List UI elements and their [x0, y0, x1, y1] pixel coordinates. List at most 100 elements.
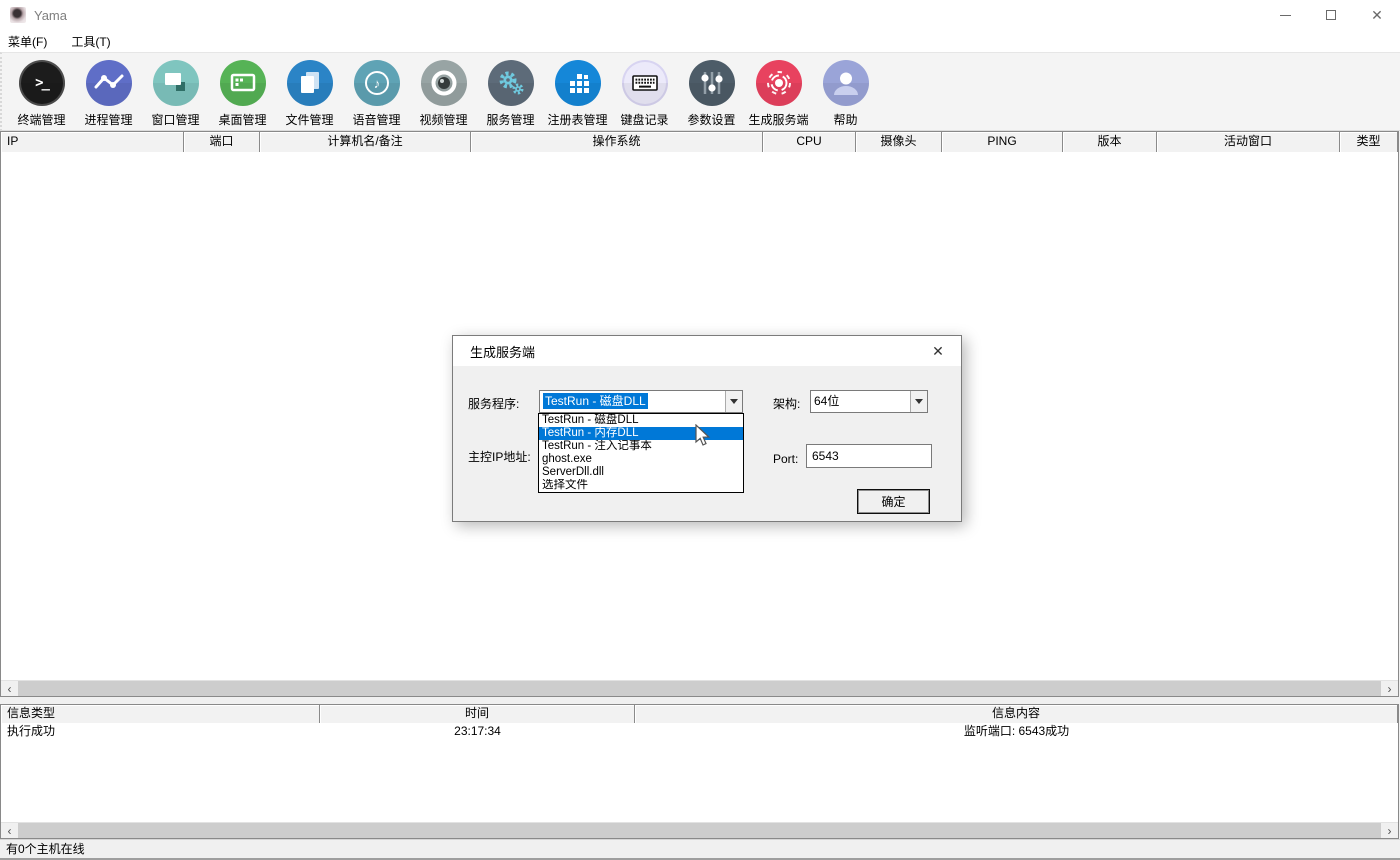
- toolbar-item-window[interactable]: 窗口管理: [142, 60, 209, 130]
- scrollbar-thumb[interactable]: [18, 823, 1381, 838]
- toolbar-item-process[interactable]: 进程管理: [75, 60, 142, 130]
- dropdown-item[interactable]: TestRun - 注入记事本: [539, 440, 743, 453]
- toolbar-item-keylogger[interactable]: 键盘记录: [611, 60, 678, 130]
- dialog-title-bar: 生成服务端 ✕: [453, 336, 961, 366]
- minimize-icon: [1280, 15, 1291, 16]
- toolbar-label: 注册表管理: [547, 111, 607, 128]
- close-icon: ✕: [1371, 8, 1383, 22]
- dropdown-item[interactable]: ServerDll.dll: [539, 466, 743, 479]
- toolbar-label: 键盘记录: [620, 111, 668, 128]
- toolbar-label: 帮助: [833, 111, 857, 128]
- status-bar: 有0个主机在线: [0, 839, 1400, 860]
- toolbar-label: 视频管理: [419, 111, 467, 128]
- activity-icon: [86, 60, 132, 106]
- toolbar-item-terminal[interactable]: >_ 终端管理: [8, 60, 75, 130]
- log-list: 信息类型 时间 信息内容 执行成功 23:17:34 监听端口: 6543成功 …: [0, 704, 1399, 839]
- toolbar-label: 进程管理: [84, 111, 132, 128]
- toolbar-item-help[interactable]: 帮助: [812, 60, 879, 130]
- dialog-title: 生成服务端: [470, 342, 535, 361]
- window-icon: [153, 60, 199, 106]
- toolbar: >_ 终端管理 进程管理 窗口管理 桌面管理: [0, 52, 1400, 131]
- dialog-close-button[interactable]: ✕: [921, 336, 955, 366]
- menu-item-tools[interactable]: 工具(T): [71, 30, 120, 53]
- minimize-button[interactable]: [1262, 0, 1308, 30]
- selected-text: TestRun - 磁盘DLL: [543, 393, 648, 409]
- svg-text:♪: ♪: [373, 76, 380, 91]
- registry-icon: [555, 60, 601, 106]
- log-cell-content: 监听端口: 6543成功: [635, 723, 1398, 741]
- chevron-right-icon[interactable]: ›: [1381, 823, 1398, 838]
- ok-button-label: 确定: [881, 493, 905, 510]
- column-header-msg-content[interactable]: 信息内容: [635, 705, 1398, 723]
- dropdown-item[interactable]: TestRun - 磁盘DLL: [539, 414, 743, 427]
- column-header-port[interactable]: 端口: [184, 132, 260, 152]
- column-header-active-window[interactable]: 活动窗口: [1157, 132, 1340, 152]
- column-header-time[interactable]: 时间: [320, 705, 635, 723]
- toolbar-item-video[interactable]: 视频管理: [410, 60, 477, 130]
- file-icon: [287, 60, 333, 106]
- chevron-down-icon: [730, 399, 738, 404]
- toolbar-label: 服务管理: [486, 111, 534, 128]
- dropdown-item-selected[interactable]: TestRun - 内存DLL: [539, 427, 743, 440]
- chevron-down-icon: [915, 399, 923, 404]
- toolbar-label: 参数设置: [687, 111, 735, 128]
- column-header-ip[interactable]: IP: [1, 132, 184, 152]
- service-program-combobox[interactable]: TestRun - 磁盘DLL: [539, 390, 743, 413]
- target-icon: [756, 60, 802, 106]
- chevron-left-icon[interactable]: ‹: [1, 681, 18, 696]
- arch-combobox[interactable]: 64位: [810, 390, 928, 413]
- combobox-dropdown-button[interactable]: [910, 391, 927, 412]
- close-icon: ✕: [932, 343, 944, 360]
- window-controls: ✕: [1262, 0, 1400, 30]
- dropdown-item[interactable]: ghost.exe: [539, 453, 743, 466]
- column-header-camera[interactable]: 摄像头: [856, 132, 942, 152]
- gears-icon: [488, 60, 534, 106]
- toolbar-item-registry[interactable]: 注册表管理: [544, 60, 611, 130]
- maximize-icon: [1326, 10, 1336, 20]
- master-ip-label: 主控IP地址:: [468, 448, 531, 465]
- combobox-value: 64位: [811, 392, 910, 411]
- host-list-header: IP 端口 计算机名/备注 操作系统 CPU 摄像头 PING 版本 活动窗口 …: [1, 132, 1398, 152]
- column-header-cpu[interactable]: CPU: [763, 132, 856, 152]
- log-cell-type: 执行成功: [1, 723, 320, 741]
- service-program-dropdown-list: TestRun - 磁盘DLL TestRun - 内存DLL TestRun …: [538, 413, 744, 493]
- app-icon: [10, 7, 26, 23]
- column-header-ping[interactable]: PING: [942, 132, 1063, 152]
- status-text: 有0个主机在线: [6, 842, 85, 856]
- toolbar-label: 生成服务端: [748, 111, 808, 128]
- host-list-hscrollbar[interactable]: ‹ ›: [1, 680, 1398, 696]
- port-input[interactable]: [806, 444, 932, 468]
- maximize-button[interactable]: [1308, 0, 1354, 30]
- sliders-icon: [689, 60, 735, 106]
- column-header-version[interactable]: 版本: [1063, 132, 1157, 152]
- port-label: Port:: [773, 452, 798, 466]
- chevron-left-icon[interactable]: ‹: [1, 823, 18, 838]
- service-program-label: 服务程序:: [468, 395, 519, 412]
- toolbar-item-settings[interactable]: 参数设置: [678, 60, 745, 130]
- log-cell-time: 23:17:34: [320, 723, 635, 741]
- toolbar-item-audio[interactable]: ♪ 语音管理: [343, 60, 410, 130]
- toolbar-item-services[interactable]: 服务管理: [477, 60, 544, 130]
- toolbar-label: 终端管理: [17, 111, 65, 128]
- toolbar-item-desktop[interactable]: 桌面管理: [209, 60, 276, 130]
- dropdown-item[interactable]: 选择文件: [539, 479, 743, 492]
- column-header-computer[interactable]: 计算机名/备注: [260, 132, 471, 152]
- column-header-type[interactable]: 类型: [1340, 132, 1398, 152]
- log-list-header: 信息类型 时间 信息内容: [1, 705, 1398, 723]
- scrollbar-thumb[interactable]: [18, 681, 1381, 696]
- combobox-dropdown-button[interactable]: [725, 391, 742, 412]
- chevron-right-icon[interactable]: ›: [1381, 681, 1398, 696]
- menu-item-main[interactable]: 菜单(F): [8, 30, 57, 53]
- terminal-icon: >_: [19, 60, 65, 106]
- column-header-msg-type[interactable]: 信息类型: [1, 705, 320, 723]
- log-row[interactable]: 执行成功 23:17:34 监听端口: 6543成功: [1, 723, 1398, 741]
- ok-button[interactable]: 确定: [857, 489, 930, 514]
- toolbar-label: 窗口管理: [151, 111, 199, 128]
- toolbar-item-build-server[interactable]: 生成服务端: [745, 60, 812, 130]
- mouse-cursor: [694, 424, 712, 451]
- toolbar-item-files[interactable]: 文件管理: [276, 60, 343, 130]
- close-button[interactable]: ✕: [1354, 0, 1400, 30]
- log-list-hscrollbar[interactable]: ‹ ›: [1, 822, 1398, 838]
- column-header-os[interactable]: 操作系统: [471, 132, 763, 152]
- menu-bar: 菜单(F) 工具(T): [0, 30, 1400, 52]
